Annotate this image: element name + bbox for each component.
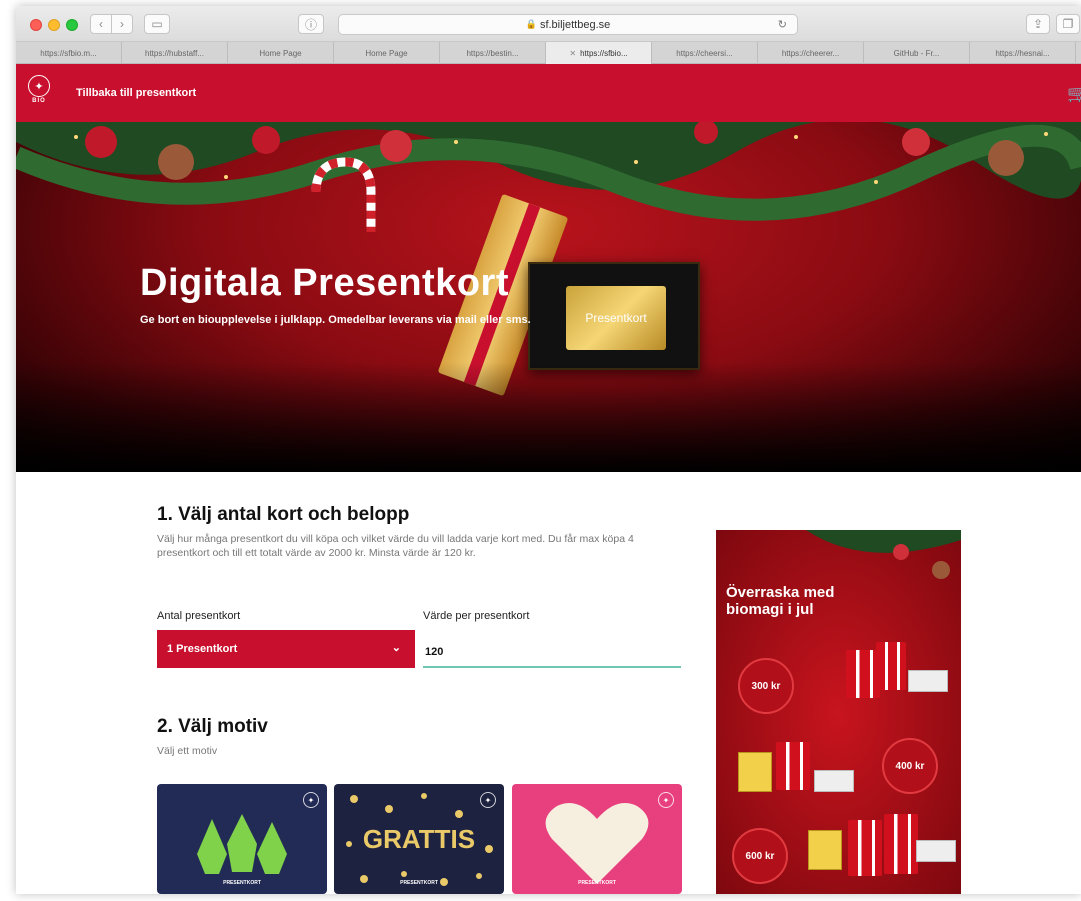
popcorn-icon <box>876 642 906 690</box>
step2-description: Välj ett motiv <box>157 745 218 757</box>
quantity-select-value: 1 Presentkort <box>167 643 238 655</box>
address-text: sf.biljettbeg.se <box>539 18 611 31</box>
browser-tab[interactable]: Home Page <box>228 42 334 64</box>
browser-tab[interactable]: https://hubstaff... <box>122 42 228 64</box>
browser-toolbar: ‹ › ▭ ⓘ 🔒 sf.biljettbeg.se ↻ ⇪ ❐ <box>16 6 1081 42</box>
price-badge: 400 kr <box>882 738 938 794</box>
chevron-left-icon: ‹ <box>99 17 103 31</box>
popcorn-icon <box>776 742 810 790</box>
show-tabs-button[interactable]: ❐ <box>1056 14 1080 34</box>
minimize-window-button[interactable] <box>48 19 60 31</box>
lock-icon: 🔒 <box>525 19 537 29</box>
tab-title: Home Page <box>365 48 408 58</box>
forward-button[interactable]: › <box>111 14 133 34</box>
sf-bio-emblem-icon: ✦ <box>658 792 674 808</box>
quantity-label: Antal presentkort <box>157 610 241 622</box>
gift-card-image: Presentkort <box>528 262 700 370</box>
price-badge: 600 kr <box>732 828 788 884</box>
info-button[interactable]: ⓘ <box>298 14 324 34</box>
motif-caption: PRESENTKORT <box>223 880 261 886</box>
logo-text: BIO <box>32 98 46 104</box>
candy-icon <box>738 752 772 792</box>
step1-heading: 1. Välj antal kort och belopp <box>157 504 410 525</box>
share-icon: ⇪ <box>1032 17 1044 31</box>
tab-title: https://bestin... <box>466 48 519 58</box>
reload-icon[interactable]: ↻ <box>778 18 787 31</box>
value-label: Värde per presentkort <box>423 610 530 622</box>
cart-icon[interactable]: 🛒 <box>1067 84 1081 104</box>
superheroes-illustration <box>197 814 287 874</box>
value-input[interactable]: 120 <box>423 638 681 668</box>
browser-tab-active[interactable]: ✕ https://sfbio... <box>546 42 652 64</box>
garland-decoration <box>806 530 961 579</box>
quantity-select[interactable]: 1 Presentkort ⌄ <box>157 630 415 668</box>
address-bar[interactable]: 🔒 sf.biljettbeg.se ↻ <box>338 14 798 35</box>
motif-grattis-text: GRATTIS <box>362 824 476 854</box>
zoom-window-button[interactable] <box>66 19 78 31</box>
tab-title: https://hubstaff... <box>145 48 204 58</box>
browser-tab[interactable]: https://bestin... <box>440 42 546 64</box>
browser-tab[interactable]: GitHub - Fr... <box>864 42 970 64</box>
browser-tab[interactable]: https://cheersi... <box>652 42 758 64</box>
share-button[interactable]: ⇪ <box>1026 14 1050 34</box>
price-badge: 300 kr <box>738 658 794 714</box>
close-tab-icon[interactable]: ✕ <box>569 49 576 58</box>
browser-tab[interactable]: https://hesnai... <box>970 42 1076 64</box>
sf-bio-logo[interactable]: ✦ BIO <box>24 75 54 111</box>
sidebar-toggle-button[interactable]: ▭ <box>144 14 170 34</box>
promo-title: Överraska med biomagi i jul <box>726 584 835 618</box>
tab-title: https://sfbio... <box>580 48 628 58</box>
page-title: Digitala Presentkort <box>140 262 509 304</box>
hero-bottom-gradient <box>16 362 1081 472</box>
tab-title: https://cheerer... <box>781 48 840 58</box>
chevron-right-icon: › <box>120 17 124 31</box>
value-input-text: 120 <box>425 646 444 658</box>
tab-title: https://sfbio.m... <box>40 48 97 58</box>
motif-grattis[interactable]: GRATTIS ✦ PRESENTKORT <box>334 784 504 894</box>
tabs-icon: ❐ <box>1062 17 1074 31</box>
sf-bio-emblem-icon: ✦ <box>303 792 319 808</box>
chevron-down-icon: ⌄ <box>391 642 401 654</box>
popcorn-icon <box>848 820 882 876</box>
ticket-icon <box>916 840 956 862</box>
hero-subtitle: Ge bort en bioupplevelse i julklapp. Ome… <box>140 314 531 326</box>
tab-title: GitHub - Fr... <box>893 48 940 58</box>
browser-tab[interactable]: https://sfbio.m... <box>16 42 122 64</box>
tab-strip: https://sfbio.m... https://hubstaff... H… <box>16 42 1081 64</box>
motif-caption: PRESENTKORT <box>400 880 438 886</box>
motif-caption: PRESENTKORT <box>578 880 616 886</box>
gift-card-label: Presentkort <box>566 286 666 350</box>
motif-superheroes[interactable]: ✦ PRESENTKORT <box>157 784 327 894</box>
step2-heading: 2. Välj motiv <box>157 716 268 737</box>
browser-window: ‹ › ▭ ⓘ 🔒 sf.biljettbeg.se ↻ ⇪ ❐ https:/… <box>16 6 1081 894</box>
info-icon: ⓘ <box>304 17 317 32</box>
christmas-promo-banner[interactable]: Överraska med biomagi i jul 300 kr 400 k… <box>716 530 961 894</box>
hero-banner: Presentkort Digitala Presentkort Ge bort… <box>16 122 1081 472</box>
browser-tab[interactable]: Home Page <box>334 42 440 64</box>
popcorn-heart-illustration <box>545 802 649 884</box>
ticket-icon <box>908 670 948 692</box>
step1-description: Välj hur många presentkort du vill köpa … <box>157 533 634 559</box>
popcorn-icon <box>846 650 880 698</box>
close-window-button[interactable] <box>30 19 42 31</box>
sidebar-icon: ▭ <box>151 17 163 31</box>
ticket-icon <box>814 770 854 792</box>
back-button[interactable]: ‹ <box>90 14 112 34</box>
tab-title: Home Page <box>259 48 302 58</box>
tab-title: https://cheersi... <box>676 48 733 58</box>
popcorn-icon <box>884 814 918 874</box>
browser-tab[interactable]: https://cheerer... <box>758 42 864 64</box>
tab-title: https://hesnai... <box>995 48 1050 58</box>
logo-emblem-icon: ✦ <box>28 75 50 97</box>
sf-bio-emblem-icon: ✦ <box>480 792 496 808</box>
site-header: ✦ BIO Tillbaka till presentkort 🛒 <box>16 64 1081 122</box>
candy-icon <box>808 830 842 870</box>
back-to-giftcards-link[interactable]: Tillbaka till presentkort <box>76 87 196 99</box>
motif-heart[interactable]: ✦ PRESENTKORT <box>512 784 682 894</box>
